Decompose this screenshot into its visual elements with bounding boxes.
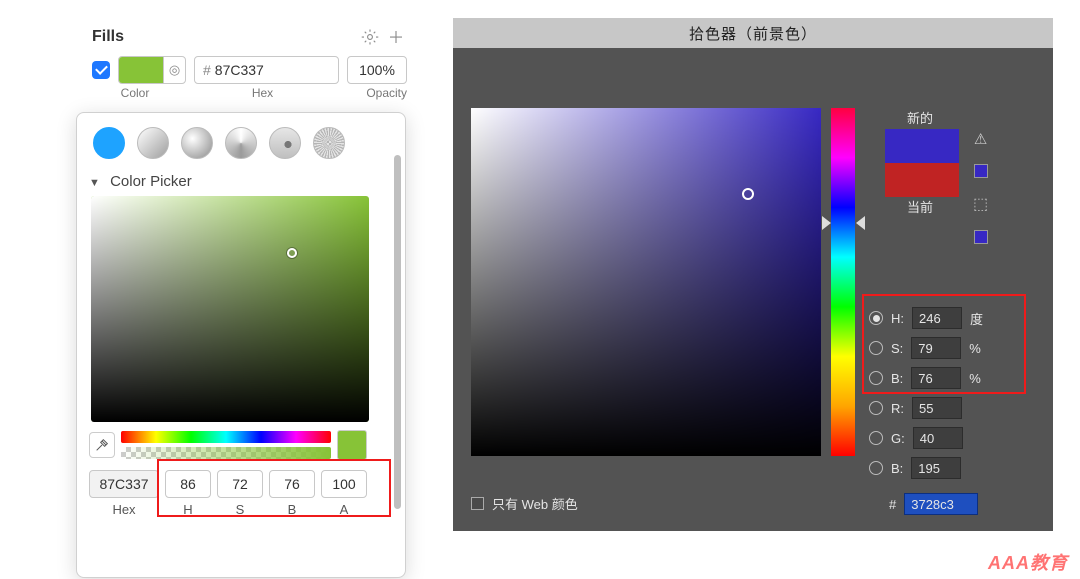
radio-b2[interactable] [869,461,883,475]
hex-value: 87C337 [215,62,264,78]
no-fill-icon[interactable]: ◎ [163,57,185,83]
label-h: H: [891,311,904,326]
websafe-warning-icon[interactable]: ⬚ [973,194,988,214]
hue-arrow-right-icon[interactable] [856,216,865,230]
photoshop-color-picker: 拾色器（前景色） 新的 当前 ⚠ ⬚ H: 246 [453,18,1053,531]
current-color-swatch[interactable] [885,163,959,197]
sat-field[interactable]: 72 [217,470,263,498]
sb-cursor[interactable] [287,248,297,258]
mode-image-fill[interactable] [269,127,301,159]
mode-radial-gradient[interactable] [181,127,213,159]
saturation-brightness-area[interactable] [91,196,369,422]
checkbox-icon[interactable] [471,497,484,510]
radio-s[interactable] [869,341,883,355]
mode-angular-gradient[interactable] [225,127,257,159]
hex-field[interactable]: 87C337 [89,470,159,498]
opacity-input[interactable]: 100% [347,56,407,84]
color-picker-heading[interactable]: ▼ Color Picker [89,169,393,196]
input-b[interactable]: 76 [911,367,961,389]
radio-h[interactable] [869,311,883,325]
hue-arrow-left-icon[interactable] [822,216,831,230]
new-color-swatch [885,129,959,163]
ps-hue-strip[interactable] [831,108,855,456]
input-s[interactable]: 79 [911,337,961,359]
eyedropper-button[interactable] [89,432,115,458]
gear-icon[interactable] [359,26,381,48]
input-g[interactable]: 40 [913,427,963,449]
label-hex: # [889,497,896,512]
mode-noise-fill[interactable] [313,127,345,159]
hue-field[interactable]: 86 [165,470,211,498]
current-color-swatch [337,430,367,460]
mode-linear-gradient[interactable] [137,127,169,159]
fills-title: Fills [92,28,355,46]
window-title: 拾色器（前景色） [453,18,1053,48]
fill-swatch[interactable]: ◎ [118,56,186,84]
web-colors-only[interactable]: 只有 Web 颜色 [471,494,578,513]
mode-flat-color[interactable] [93,127,125,159]
color-picker-popover: ▼ Color Picker 87C337 86 72 76 100 [76,112,406,578]
fill-mode-row [89,123,393,169]
hex-input[interactable]: #87C337 [194,56,339,84]
input-r[interactable]: 55 [912,397,962,419]
bright-field[interactable]: 76 [269,470,315,498]
label-b2: B: [891,461,903,476]
fill-sublabels: Color Hex Opacity [82,86,417,100]
watermark: AAA教育 [988,549,1068,575]
label-g: G: [891,431,905,446]
gamut-swatch[interactable] [974,164,988,178]
ps-sb-area[interactable] [471,108,821,456]
new-label: 新的 [885,108,955,127]
fill-row: ◎ #87C337 100% [82,52,417,86]
alpha-slider[interactable] [121,447,331,459]
scrollbar[interactable] [394,155,401,509]
radio-r[interactable] [869,401,883,415]
add-icon[interactable] [385,26,407,48]
alpha-field[interactable]: 100 [321,470,367,498]
label-b: B: [891,371,903,386]
value-labels: Hex H S B A [89,502,393,517]
ps-sb-cursor[interactable] [742,188,754,200]
label-r: R: [891,401,904,416]
hue-slider[interactable] [121,431,331,443]
label-s: S: [891,341,903,356]
input-b2[interactable]: 195 [911,457,961,479]
current-label: 当前 [885,197,955,216]
sketch-fills-panel: Fills ◎ #87C337 100% Color Hex Opacity [82,20,417,100]
fill-enabled-checkbox[interactable] [92,61,110,79]
websafe-swatch[interactable] [974,230,988,244]
gamut-warning-icon[interactable]: ⚠ [974,130,987,148]
input-h[interactable]: 246 [912,307,962,329]
radio-b[interactable] [869,371,883,385]
radio-g[interactable] [869,431,883,445]
input-hex[interactable]: 3728c3 [904,493,978,515]
disclosure-triangle-icon: ▼ [89,177,100,189]
